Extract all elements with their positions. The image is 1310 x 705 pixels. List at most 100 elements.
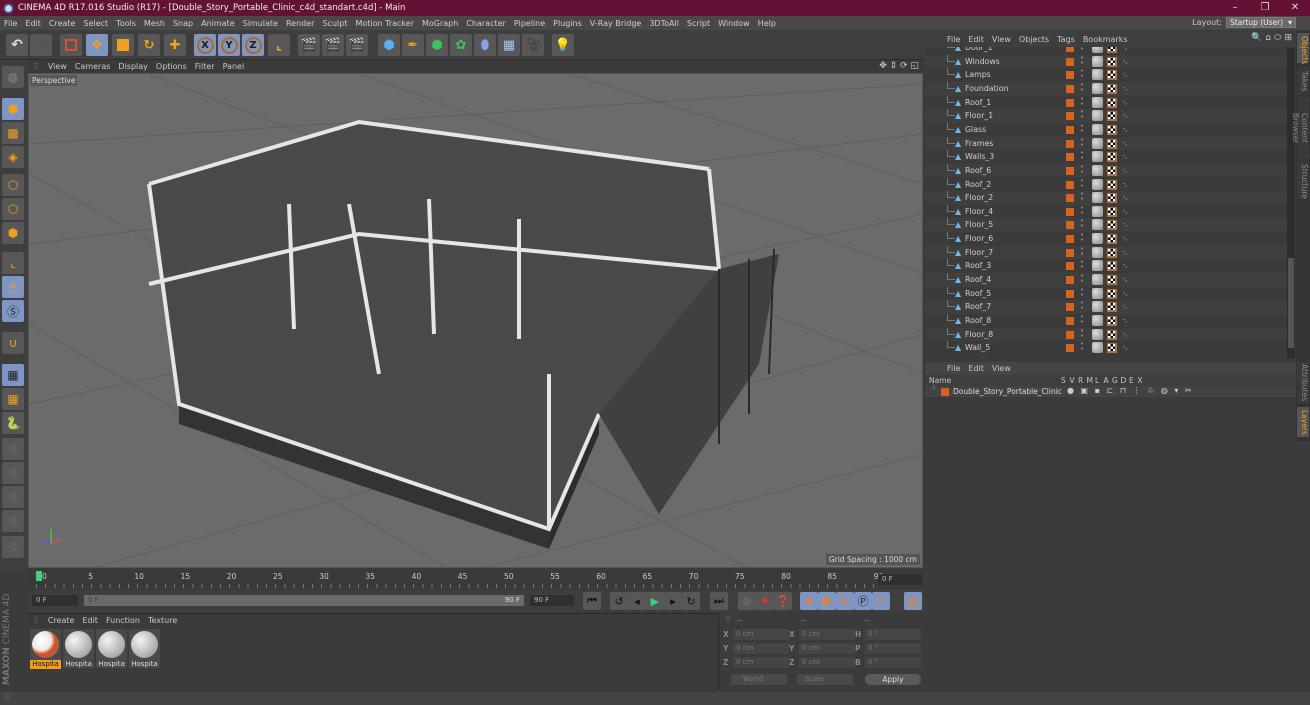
layer-color-swatch[interactable]	[1066, 180, 1074, 189]
texture-tag-icon[interactable]	[1107, 138, 1117, 149]
phong-tag-icon[interactable]	[1092, 69, 1103, 81]
material-swatch[interactable]: Hospita	[63, 629, 94, 668]
phong-tag-icon[interactable]	[1092, 110, 1103, 122]
phong-tag-icon[interactable]	[1092, 96, 1103, 108]
layer-color-swatch[interactable]	[1066, 47, 1074, 52]
layer-color-swatch[interactable]	[1066, 317, 1074, 325]
menu-edit[interactable]: Edit	[21, 19, 45, 28]
viewport-menu-filter[interactable]: Filter	[191, 62, 219, 71]
coord-value-field[interactable]: 0 cm	[733, 657, 789, 668]
selection-tag-icon[interactable]: ⠢	[1122, 166, 1128, 175]
object-scrollbar[interactable]	[1287, 48, 1295, 358]
layer-color-swatch[interactable]	[1066, 57, 1074, 66]
object-row[interactable]: ▲ Floor_4 • • ⠢	[925, 204, 1287, 219]
object-row[interactable]: ▲ Floor_8 • • ⠢	[925, 327, 1287, 342]
visibility-dots-icon[interactable]: ••	[1080, 286, 1084, 298]
viewport-menu-options[interactable]: Options	[152, 62, 191, 71]
side-tab-structure[interactable]: Structure	[1297, 161, 1309, 199]
layer-color-swatch[interactable]	[1066, 207, 1074, 216]
material-menu-edit[interactable]: Edit	[78, 616, 102, 625]
object-name[interactable]: Wall_5	[965, 343, 990, 352]
start-frame-field[interactable]: 0 F	[32, 595, 78, 606]
visibility-dots-icon[interactable]: ••	[1080, 232, 1084, 244]
object-name[interactable]: Frames	[965, 139, 993, 148]
key-position-button[interactable]: ✥	[800, 592, 818, 610]
script-tool-1[interactable]: ⚙	[2, 438, 24, 460]
phong-tag-icon[interactable]	[1092, 219, 1103, 231]
object-menu-objects[interactable]: Objects	[1015, 35, 1053, 44]
menu-3dtoall[interactable]: 3DToAll	[645, 19, 683, 28]
coord-value-field[interactable]: 0 cm	[799, 629, 855, 640]
object-row[interactable]: ▲ Glass • • ⠢	[925, 122, 1287, 137]
menu-animate[interactable]: Animate	[197, 19, 239, 28]
selection-tag-icon[interactable]: ⠢	[1122, 84, 1128, 93]
live-selection-button[interactable]	[60, 34, 82, 56]
phong-tag-icon[interactable]	[1092, 123, 1103, 135]
model-mode-button[interactable]: ⬢	[2, 98, 24, 120]
selection-tag-icon[interactable]: ⠢	[1122, 70, 1128, 79]
menu-select[interactable]: Select	[79, 19, 112, 28]
selection-tag-icon[interactable]: ⠢	[1122, 152, 1128, 161]
selection-tag-icon[interactable]: ⠢	[1122, 98, 1128, 107]
snap-button[interactable]: ∪	[2, 332, 24, 354]
object-menu-bookmarks[interactable]: Bookmarks	[1079, 35, 1132, 44]
menu-pipeline[interactable]: Pipeline	[510, 19, 549, 28]
viewport-menu-display[interactable]: Display	[114, 62, 152, 71]
object-row[interactable]: ▲ Windows • • ⠢	[925, 54, 1287, 69]
menu-mesh[interactable]: Mesh	[140, 19, 169, 28]
prev-frame-button[interactable]: ◂	[628, 592, 646, 610]
menu-simulate[interactable]: Simulate	[239, 19, 282, 28]
selection-tag-icon[interactable]: ⠢	[1122, 180, 1128, 189]
workplane-mode-button[interactable]: ◈	[2, 146, 24, 168]
x-axis-button[interactable]: X	[194, 34, 216, 56]
object-row[interactable]: ▲ Floor_5 • • ⠢	[925, 218, 1287, 233]
z-axis-button[interactable]: Z	[242, 34, 264, 56]
menu-script[interactable]: Script	[683, 19, 714, 28]
visibility-dots-icon[interactable]: ••	[1080, 68, 1084, 80]
phong-tag-icon[interactable]	[1092, 178, 1103, 190]
layer-column-s[interactable]: S	[1061, 376, 1066, 385]
layer-color-swatch[interactable]	[1066, 71, 1074, 80]
object-name[interactable]: Floor_6	[965, 234, 993, 243]
menu-render[interactable]: Render	[282, 19, 318, 28]
visibility-dots-icon[interactable]: ••	[1080, 327, 1084, 339]
edges-mode-button[interactable]: ⬡	[2, 198, 24, 220]
texture-tag-icon[interactable]	[1107, 152, 1117, 163]
layer-column-r[interactable]: R	[1078, 376, 1083, 385]
pen-spline-button[interactable]: ✒	[402, 34, 424, 56]
close-button[interactable]: ✕	[1282, 0, 1308, 16]
object-name[interactable]: Lamps	[965, 70, 991, 79]
menu-plugins[interactable]: Plugins	[549, 19, 586, 28]
object-menu-tags[interactable]: Tags	[1053, 35, 1079, 44]
workplane-lock-button[interactable]: ▦	[2, 364, 24, 386]
texture-mode-button[interactable]: ▩	[2, 122, 24, 144]
menu-create[interactable]: Create	[45, 19, 80, 28]
texture-tag-icon[interactable]	[1107, 329, 1117, 340]
visibility-dots-icon[interactable]: ••	[1080, 218, 1084, 230]
selection-tag-icon[interactable]: ⠢	[1122, 125, 1128, 134]
viewport-menu-cameras[interactable]: Cameras	[71, 62, 115, 71]
object-name[interactable]: Floor_1	[965, 111, 993, 120]
python-button[interactable]: 🐍	[2, 412, 24, 434]
viewport-menu-panel[interactable]: Panel	[219, 62, 249, 71]
home-icon[interactable]: ⌂	[1265, 33, 1271, 43]
scroll-thumb[interactable]	[1288, 258, 1294, 348]
phong-tag-icon[interactable]	[1092, 315, 1103, 326]
script-tool-2[interactable]: ⚙	[2, 462, 24, 484]
material-menu-texture[interactable]: Texture	[144, 616, 181, 625]
visibility-dots-icon[interactable]: ••	[1080, 95, 1084, 107]
side-tab-layers[interactable]: Layers	[1297, 407, 1309, 437]
texture-tag-icon[interactable]	[1107, 193, 1117, 204]
points-mode-button[interactable]: ⬡	[2, 174, 24, 196]
polygons-mode-button[interactable]: ⬢	[2, 222, 24, 244]
menu-window[interactable]: Window	[714, 19, 754, 28]
texture-tag-icon[interactable]	[1107, 83, 1117, 94]
autokey-button[interactable]: ⏺	[756, 592, 774, 610]
undo-button[interactable]: ↶	[6, 34, 28, 56]
menu-snap[interactable]: Snap	[169, 19, 197, 28]
phong-tag-icon[interactable]	[1092, 192, 1103, 204]
key-pla-button[interactable]: ⠿	[872, 592, 890, 610]
layer-color-swatch[interactable]	[1066, 262, 1074, 271]
object-name[interactable]: Floor_8	[965, 330, 993, 339]
layer-column-g[interactable]: G	[1112, 376, 1118, 385]
